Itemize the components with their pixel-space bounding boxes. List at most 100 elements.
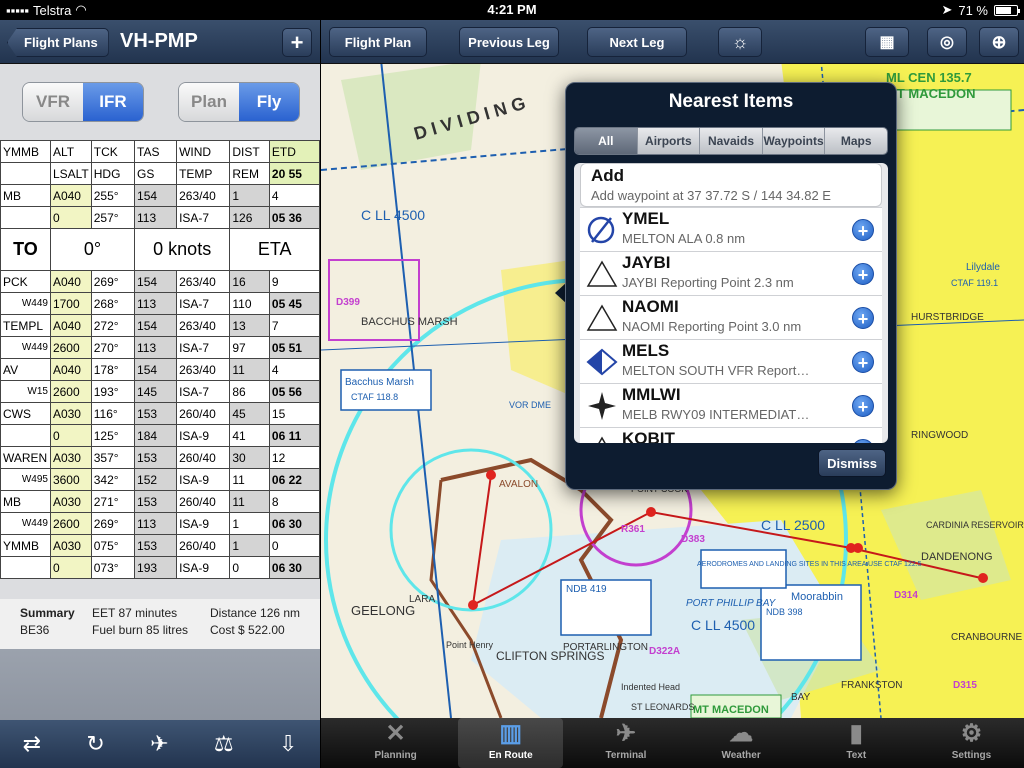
mode-segments: VFR IFR Plan Fly bbox=[0, 64, 320, 140]
tab-all[interactable]: All bbox=[575, 128, 638, 154]
add-title: Add bbox=[591, 166, 625, 185]
tas-cell: 145 bbox=[134, 380, 178, 403]
table-row[interactable]: W449 2600 269° 113 ISA-9 1 06 30 bbox=[0, 512, 321, 535]
crosshair-icon[interactable]: ⊕ bbox=[979, 27, 1019, 57]
table-row[interactable]: PCK A040 269° 154 263/40 16 9 bbox=[0, 270, 321, 293]
table-row[interactable]: WAREN A030 357° 153 260/40 30 12 bbox=[0, 446, 321, 469]
tab-weather[interactable]: ☁ Weather bbox=[689, 718, 794, 768]
table-row[interactable]: YMMB A030 075° 153 260/40 1 0 bbox=[0, 534, 321, 557]
download-icon[interactable]: ⇩ bbox=[279, 731, 297, 757]
tab-text[interactable]: ▮ Text bbox=[804, 718, 909, 768]
table-row[interactable]: LSALT HDG GS TEMP REM 20 55 bbox=[0, 162, 321, 185]
track-cell: 357° bbox=[90, 446, 136, 469]
tab-label: Weather bbox=[721, 750, 761, 761]
waypoint-cell bbox=[0, 206, 51, 229]
table-row[interactable]: 0 257° 113 ISA-7 126 05 36 bbox=[0, 206, 321, 229]
next-leg-button[interactable]: Next Leg bbox=[587, 27, 687, 57]
item-name: NAOMI bbox=[622, 297, 679, 316]
vfr-segment[interactable]: VFR bbox=[23, 83, 83, 121]
add-waypoint-row[interactable]: Add Add waypoint at 37 37.72 S / 144 34.… bbox=[580, 163, 882, 207]
waypoint-cell: YMMB bbox=[0, 140, 51, 163]
dismiss-button[interactable]: Dismiss bbox=[818, 449, 886, 477]
track-cell: 255° bbox=[90, 184, 136, 207]
dist-cell: 41 bbox=[229, 424, 270, 447]
table-row[interactable]: MB A040 255° 154 263/40 1 4 bbox=[0, 184, 321, 207]
map-label-indented-head: Indented Head bbox=[621, 682, 680, 692]
airplane-icon: ✈ bbox=[615, 720, 636, 747]
map-label-pointcook-box: NDB 419 bbox=[566, 584, 607, 595]
intermediate-fix-icon bbox=[588, 392, 616, 420]
nearest-items-list[interactable]: Add Add waypoint at 37 37.72 S / 144 34.… bbox=[574, 163, 888, 443]
dist-cell: 1 bbox=[229, 512, 270, 535]
table-row[interactable]: 0 073° 193 ISA-9 0 06 30 bbox=[0, 556, 321, 579]
item-desc: NAOMI Reporting Point 3.0 nm bbox=[622, 319, 802, 334]
dist-cell: 16 bbox=[229, 270, 270, 293]
map-label-hurstbridge: HURSTBRIDGE bbox=[911, 312, 984, 323]
previous-leg-button[interactable]: Previous Leg bbox=[459, 27, 559, 57]
fly-segment[interactable]: Fly bbox=[239, 83, 299, 121]
dist-cell: 110 bbox=[229, 292, 270, 315]
list-item[interactable]: NAOMI NAOMI Reporting Point 3.0 nm + bbox=[580, 295, 882, 339]
add-item-icon[interactable]: + bbox=[852, 263, 874, 285]
tab-terminal[interactable]: ✈ Terminal bbox=[573, 718, 678, 768]
tab-waypoints[interactable]: Waypoints bbox=[762, 128, 826, 154]
list-item[interactable]: KOBIT + bbox=[580, 427, 882, 443]
tab-airports[interactable]: Airports bbox=[637, 128, 701, 154]
tab-settings[interactable]: ⚙ Settings bbox=[919, 718, 1024, 768]
wind-cell: ISA-9 bbox=[176, 424, 231, 447]
add-item-icon[interactable]: + bbox=[852, 439, 874, 443]
table-row[interactable]: W449 1700 268° 113 ISA-7 110 05 45 bbox=[0, 292, 321, 315]
add-item-icon[interactable]: + bbox=[852, 351, 874, 373]
left-nav-bar: Flight Plans VH-PMP + bbox=[0, 20, 320, 64]
add-button[interactable]: + bbox=[282, 28, 312, 57]
radar-icon[interactable]: ◎ bbox=[927, 27, 967, 57]
dist-cell: 30 bbox=[229, 446, 270, 469]
route-icon[interactable]: ⇄ bbox=[23, 731, 41, 757]
add-item-icon[interactable]: + bbox=[852, 307, 874, 329]
brightness-icon[interactable]: ☼ bbox=[718, 27, 762, 57]
table-row[interactable]: YMMB ALT TCK TAS WIND DIST ETD bbox=[0, 140, 321, 163]
balance-icon[interactable]: ⚖ bbox=[214, 731, 234, 757]
add-item-icon[interactable]: + bbox=[852, 219, 874, 241]
list-item[interactable]: MMLWI MELB RWY09 INTERMEDIAT… + bbox=[580, 383, 882, 427]
map-label-moorabbin-box: NDB 398 bbox=[766, 607, 803, 617]
table-row[interactable]: MB A030 271° 153 260/40 11 8 bbox=[0, 490, 321, 513]
left-toolbar: ⇄ ↻ ✈ ⚖ ⇩ bbox=[0, 720, 320, 768]
flight-plans-back-button[interactable]: Flight Plans bbox=[7, 28, 109, 57]
reporting-point-icon bbox=[586, 304, 618, 331]
table-row[interactable]: AV A040 178° 154 263/40 11 4 bbox=[0, 358, 321, 381]
list-item[interactable]: MELS MELTON SOUTH VFR Report… + bbox=[580, 339, 882, 383]
tab-maps[interactable]: Maps bbox=[825, 128, 887, 154]
dist-cell: 13 bbox=[229, 314, 270, 337]
refresh-icon[interactable]: ↻ bbox=[86, 731, 104, 757]
map-label-cranbourne: CRANBOURNE bbox=[951, 632, 1022, 643]
list-item[interactable]: JAYBI JAYBI Reporting Point 2.3 nm + bbox=[580, 251, 882, 295]
plan-segment[interactable]: Plan bbox=[179, 83, 239, 121]
tab-navaids[interactable]: Navaids bbox=[700, 128, 763, 154]
map-label-c-ll-4500: C LL 4500 bbox=[361, 207, 425, 223]
alt-cell: A040 bbox=[49, 270, 92, 293]
map-view-icon[interactable]: ▦ bbox=[865, 27, 909, 57]
alt-cell: 1700 bbox=[49, 292, 92, 315]
tab-planning[interactable]: ✕ Planning bbox=[343, 718, 448, 768]
airplane-icon[interactable]: ✈ bbox=[150, 731, 168, 757]
map-label-mt-macedon: MT MACEDON bbox=[886, 86, 976, 101]
ifr-segment[interactable]: IFR bbox=[83, 83, 143, 121]
alt-cell: A030 bbox=[49, 446, 92, 469]
table-row[interactable]: CWS A030 116° 153 260/40 45 15 bbox=[0, 402, 321, 425]
table-row[interactable]: W15 2600 193° 145 ISA-7 86 05 56 bbox=[0, 380, 321, 403]
table-row[interactable]: W449 2600 270° 113 ISA-7 97 05 51 bbox=[0, 336, 321, 359]
table-row[interactable]: 0 125° 184 ISA-9 41 06 11 bbox=[0, 424, 321, 447]
flight-plan-button[interactable]: Flight Plan bbox=[329, 27, 427, 57]
alt-cell: 2600 bbox=[49, 512, 92, 535]
tab-en-route[interactable]: ▥ En Route bbox=[458, 718, 564, 768]
wind-cell: ISA-7 bbox=[176, 206, 231, 229]
table-row[interactable]: W495 3600 342° 152 ISA-9 11 06 22 bbox=[0, 468, 321, 491]
etd-cell: 8 bbox=[268, 490, 321, 513]
etd-cell: 4 bbox=[268, 184, 321, 207]
dist-cell: 45 bbox=[229, 402, 270, 425]
list-item[interactable]: YMEL MELTON ALA 0.8 nm + bbox=[580, 207, 882, 251]
table-row[interactable]: TEMPL A040 272° 154 263/40 13 7 bbox=[0, 314, 321, 337]
wind-cell: ISA-9 bbox=[176, 468, 231, 491]
add-item-icon[interactable]: + bbox=[852, 395, 874, 417]
